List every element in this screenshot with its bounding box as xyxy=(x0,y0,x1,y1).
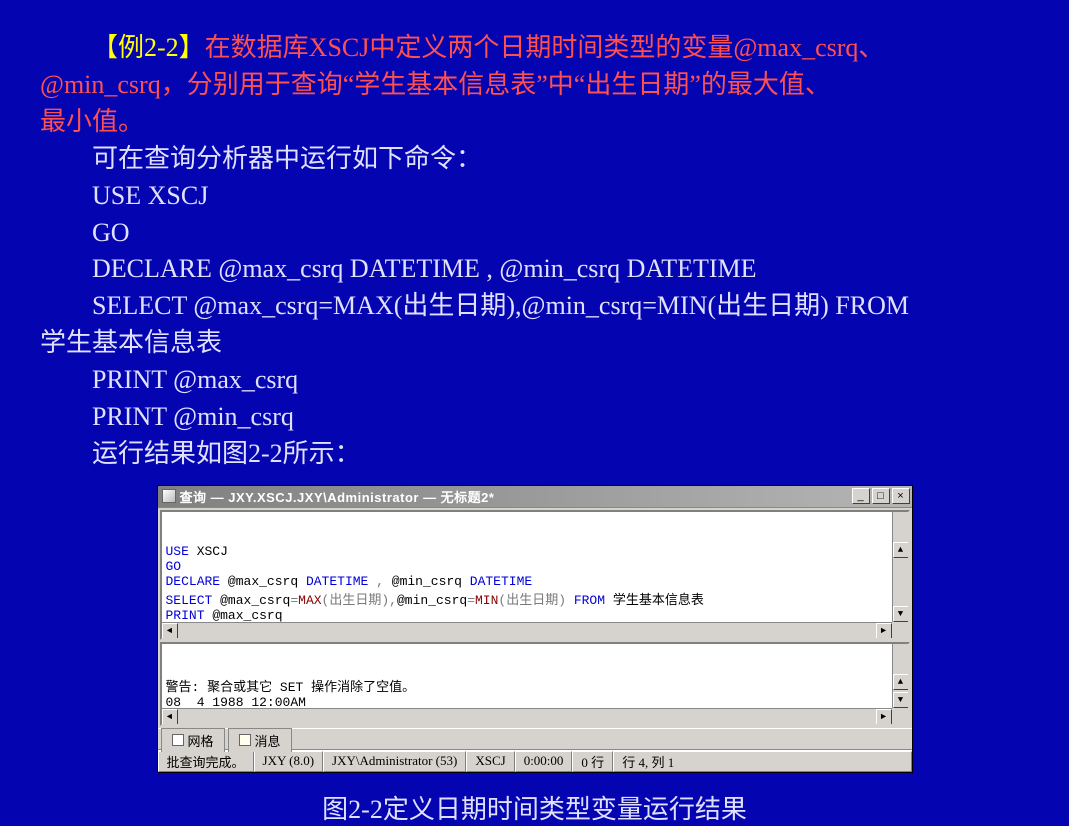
figure-caption: 图2-2定义日期时间类型变量运行结果 xyxy=(0,789,1069,826)
kw-go: GO xyxy=(166,559,182,574)
tok-sel2: @min_csrq xyxy=(397,593,467,608)
kw-use: USE xyxy=(166,544,189,559)
result-hint: 运行结果如图2-2所示： xyxy=(40,436,1029,473)
code-l2: GO xyxy=(40,215,1029,252)
scroll-up-icon[interactable]: ▲ xyxy=(893,674,909,690)
editor-scroll-h[interactable]: ◄ ► xyxy=(162,622,892,638)
status-bar: 批查询完成。 JXY (8.0) JXY\Administrator (53) … xyxy=(158,750,912,772)
messages-icon xyxy=(239,734,251,746)
scroll-up-icon[interactable]: ▲ xyxy=(893,542,909,558)
tok-tbl: 学生基本信息表 xyxy=(605,593,704,608)
output-warning: 警告: 聚合或其它 SET 操作消除了空值。 xyxy=(166,680,416,695)
tok-var2: @min_csrq xyxy=(392,574,470,589)
tab-messages-label: 消息 xyxy=(255,731,281,750)
intro-line-1: 【例2-2】在数据库XSCJ中定义两个日期时间类型的变量@max_csrq、 xyxy=(40,30,1029,67)
title-bar[interactable]: 查询 — JXY.XSCJ.JXY\Administrator — 无标题2* … xyxy=(158,486,912,508)
scroll-corner xyxy=(892,622,908,638)
status-db: XSCJ xyxy=(466,751,514,772)
tok-sel1: @max_csrq xyxy=(212,593,290,608)
fn-max: MAX xyxy=(298,593,321,608)
kw-print1: PRINT xyxy=(166,608,205,623)
close-button[interactable]: × xyxy=(892,488,910,504)
query-window: 查询 — JXY.XSCJ.JXY\Administrator — 无标题2* … xyxy=(157,485,913,773)
intro-3: 最小值。 xyxy=(40,104,1029,141)
code-l4: SELECT @max_csrq=MAX(出生日期),@min_csrq=MIN… xyxy=(40,288,1029,325)
fn-min: MIN xyxy=(475,593,498,608)
kw-dt2: DATETIME xyxy=(470,574,532,589)
scroll-right-icon[interactable]: ► xyxy=(876,709,892,725)
tok-p2: (出生日期) xyxy=(498,593,573,608)
output-scroll-h[interactable]: ◄ ► xyxy=(162,708,892,724)
minimize-button[interactable]: _ xyxy=(852,488,870,504)
result-tabs: 网格 消息 xyxy=(158,728,912,750)
editor-scroll-v[interactable]: ▲ ▼ xyxy=(892,512,908,622)
run-hint: 可在查询分析器中运行如下命令： xyxy=(40,141,1029,178)
status-cursor: 行 4, 列 1 xyxy=(613,751,911,772)
window-controls: _ □ × xyxy=(852,488,910,504)
slide-body: 【例2-2】在数据库XSCJ中定义两个日期时间类型的变量@max_csrq、 @… xyxy=(0,0,1069,481)
scroll-down-icon[interactable]: ▼ xyxy=(893,692,909,708)
app-icon xyxy=(162,489,176,503)
kw-from: FROM xyxy=(574,593,605,608)
tok-xscj: XSCJ xyxy=(189,544,228,559)
code-l6: PRINT @min_csrq xyxy=(40,399,1029,436)
tok-p1b: @max_csrq xyxy=(205,608,283,623)
intro-2: @min_csrq，分别用于查询“学生基本信息表”中“出生日期”的最大值、 xyxy=(40,67,1029,104)
tok-c2: , xyxy=(389,593,397,608)
maximize-button[interactable]: □ xyxy=(872,488,890,504)
scroll-down-icon[interactable]: ▼ xyxy=(893,606,909,622)
scroll-left-icon[interactable]: ◄ xyxy=(162,709,178,725)
status-rows: 0 行 xyxy=(572,751,613,772)
tok-eq2: = xyxy=(467,593,475,608)
kw-select: SELECT xyxy=(166,593,213,608)
tok-comma: , xyxy=(368,574,391,589)
output-scroll-v[interactable]: ▲ ▼ xyxy=(892,644,908,708)
tab-grid-label: 网格 xyxy=(188,731,214,750)
status-server: JXY (8.0) xyxy=(254,751,324,772)
tok-p1: (出生日期) xyxy=(322,593,390,608)
code-l1: USE XSCJ xyxy=(40,178,1029,215)
tab-messages[interactable]: 消息 xyxy=(228,728,292,752)
scroll-right-icon[interactable]: ► xyxy=(876,623,892,639)
example-label: 【例2-2】 xyxy=(92,33,205,62)
code-l5: PRINT @max_csrq xyxy=(40,362,1029,399)
kw-dt1: DATETIME xyxy=(306,574,368,589)
output-pane[interactable]: 警告: 聚合或其它 SET 操作消除了空值。 08 4 1988 12:00AM… xyxy=(160,642,910,726)
status-complete: 批查询完成。 xyxy=(158,751,254,772)
tok-var1: @max_csrq xyxy=(220,574,306,589)
grid-icon xyxy=(172,734,184,746)
kw-declare: DECLARE xyxy=(166,574,221,589)
code-l3: DECLARE @max_csrq DATETIME , @min_csrq D… xyxy=(40,251,1029,288)
tab-grid[interactable]: 网格 xyxy=(161,728,225,752)
status-user: JXY\Administrator (53) xyxy=(323,751,466,772)
code-l4a: SELECT @max_csrq=MAX(出生日期),@min_csrq=MIN… xyxy=(40,288,909,325)
intro-1: 在数据库XSCJ中定义两个日期时间类型的变量@max_csrq、 xyxy=(205,33,885,62)
scroll-left-icon[interactable]: ◄ xyxy=(162,623,178,639)
code-l4b: 学生基本信息表 xyxy=(40,325,1029,362)
scroll-corner xyxy=(892,708,908,724)
sql-editor-pane[interactable]: USE XSCJ GO DECLARE @max_csrq DATETIME ,… xyxy=(160,510,910,640)
window-title: 查询 — JXY.XSCJ.JXY\Administrator — 无标题2* xyxy=(180,487,852,506)
tok-eq1: = xyxy=(290,593,298,608)
status-time: 0:00:00 xyxy=(515,751,573,772)
